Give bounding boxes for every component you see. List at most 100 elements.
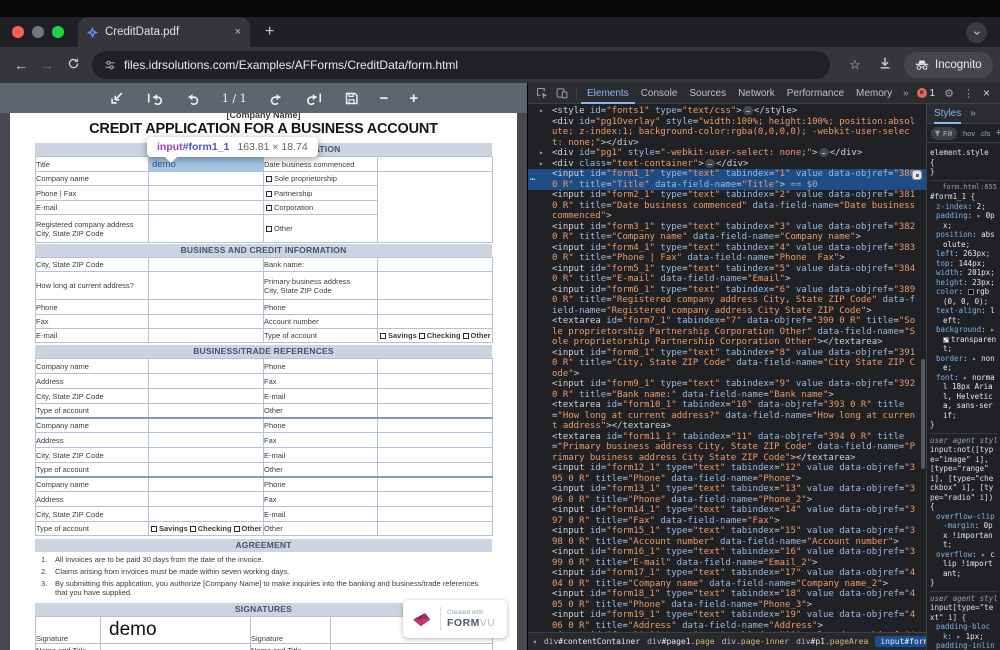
devtools-tab-elements[interactable]: Elements — [581, 83, 635, 104]
style-rule[interactable]: user agent stylesheetinput:not([type="im… — [930, 434, 997, 592]
dom-node[interactable]: <input id="form2_1" type="text" tabindex… — [528, 190, 926, 222]
error-badge[interactable]: ×1 — [917, 88, 936, 99]
last-page-button[interactable] — [306, 91, 323, 106]
form-input[interactable] — [149, 215, 264, 243]
dom-node[interactable]: ▸<div id="pg1" style="-webkit-user-selec… — [528, 148, 926, 159]
css-property[interactable]: padding-inline: ▸ 2px; — [930, 641, 997, 650]
dom-node[interactable]: <input id="form13_1" type="text" tabinde… — [528, 484, 926, 505]
inline-ellipsis-button[interactable]: … — [705, 159, 715, 168]
undo-button[interactable] — [184, 91, 201, 106]
css-property[interactable]: padding-block: ▸ 1px; — [930, 622, 997, 641]
expand-arrow-icon[interactable]: ▸ — [539, 148, 544, 159]
browser-tab[interactable]: CreditData.pdf × — [78, 17, 250, 47]
form-input[interactable] — [149, 463, 264, 477]
devtools-tab-performance[interactable]: Performance — [781, 83, 850, 104]
close-window-button[interactable] — [12, 26, 24, 38]
form-input[interactable] — [149, 300, 264, 315]
form-input[interactable] — [378, 492, 493, 507]
checkbox[interactable] — [266, 191, 272, 197]
dom-node[interactable]: ▸<div class="text-container">…</div> — [528, 159, 926, 170]
dom-node[interactable]: <input id="form18_1" type="text" tabinde… — [528, 589, 926, 610]
form-input[interactable] — [378, 157, 493, 172]
form-input[interactable] — [149, 389, 264, 404]
form-input[interactable] — [378, 258, 493, 272]
form-input[interactable] — [378, 315, 493, 329]
form-input[interactable] — [149, 404, 264, 418]
url-text[interactable]: files.idrsolutions.com/Examples/AFForms/… — [124, 58, 458, 72]
reload-button[interactable] — [60, 57, 86, 73]
css-property[interactable]: border: ▸ none; — [930, 354, 997, 373]
breadcrumb-form1_1[interactable]: input#form1_1 — [875, 636, 926, 647]
tab-search-button[interactable] — [966, 22, 987, 43]
checkbox[interactable] — [380, 333, 386, 339]
breadcrumb-p1[interactable]: div#p1.pageArea — [796, 637, 868, 646]
node-menu-icon[interactable]: ⋯ — [530, 174, 536, 185]
css-property[interactable]: width: 201px; — [930, 268, 997, 278]
css-property[interactable]: padding: ▸ 0px; — [930, 211, 997, 230]
form-input[interactable] — [149, 329, 264, 343]
css-property[interactable]: z-index: 2; — [930, 202, 997, 212]
css-property[interactable]: text-align: left; — [930, 306, 997, 325]
breadcrumb-contentContainer[interactable]: div#contentContainer — [544, 637, 640, 646]
form-input[interactable] — [378, 404, 493, 418]
redo-button[interactable] — [268, 91, 285, 106]
css-property[interactable]: overflow-clip-margin: 0px !important; — [930, 512, 997, 550]
expand-arrow-icon[interactable]: ▸ — [539, 106, 544, 117]
color-swatch-icon[interactable] — [943, 337, 949, 343]
form-input[interactable] — [149, 374, 264, 389]
more-tabs-button[interactable]: » — [898, 88, 914, 99]
form-input[interactable] — [378, 172, 493, 243]
style-rule[interactable]: form.html:655#form1_1 {z-index: 2;paddin… — [930, 181, 997, 434]
devtools-tab-console[interactable]: Console — [635, 83, 684, 104]
form-input[interactable] — [378, 463, 493, 477]
dom-node[interactable]: <input id="form3_1" type="text" tabindex… — [528, 222, 926, 243]
downloads-icon[interactable] — [878, 56, 892, 75]
dom-node[interactable]: <input id="form20_1" type="text" tabinde… — [528, 631, 926, 632]
color-swatch-icon[interactable] — [968, 289, 974, 295]
dom-node[interactable]: <div id="pg1Overlay" style="width:100%; … — [528, 117, 926, 149]
expand-arrow-icon[interactable]: ▸ — [539, 159, 544, 170]
minimize-window-button[interactable] — [32, 26, 44, 38]
devtools-tab-network[interactable]: Network — [732, 83, 781, 104]
tab-styles[interactable]: Styles — [934, 104, 961, 124]
toggle-classes[interactable]: .cls — [979, 129, 990, 138]
styles-filter-input[interactable]: Filter — [931, 127, 957, 140]
breadcrumb-page-inner[interactable]: div.page-inner — [722, 637, 789, 646]
url-bar[interactable]: files.idrsolutions.com/Examples/AFForms/… — [92, 51, 830, 79]
form-input[interactable] — [378, 507, 493, 522]
tab-close-icon[interactable]: × — [235, 27, 241, 38]
element-style-rule[interactable]: element.style{} — [930, 146, 997, 181]
style-rule[interactable]: user agent stylesheetinput[type="text" i… — [930, 592, 997, 650]
form-input[interactable]: demo — [101, 617, 251, 644]
checkbox[interactable] — [419, 333, 425, 339]
dom-node[interactable]: <input id="form12_1" type="text" tabinde… — [528, 463, 926, 484]
checkbox[interactable] — [234, 526, 240, 532]
dom-node[interactable]: <input id="form8_1" type="text" tabindex… — [528, 348, 926, 380]
devtools-tab-memory[interactable]: Memory — [850, 83, 898, 104]
form-input[interactable] — [378, 522, 493, 536]
dom-node[interactable]: <input id="form4_1" type="text" tabindex… — [528, 243, 926, 264]
devtools-tab-sources[interactable]: Sources — [683, 83, 732, 104]
incognito-badge[interactable]: Incognito — [904, 52, 993, 78]
dom-node[interactable]: <textarea id="form10_1" tabindex="10" da… — [528, 400, 926, 432]
checkbox[interactable] — [463, 333, 469, 339]
new-tab-button[interactable]: + — [265, 24, 274, 40]
toggle-hover-state[interactable]: :hov — [961, 129, 975, 138]
form-input[interactable] — [149, 272, 264, 300]
new-style-rule-button[interactable]: + — [995, 127, 1000, 139]
dom-node[interactable]: <input id="form9_1" type="text" tabindex… — [528, 379, 926, 400]
zoom-out-button[interactable]: − — [380, 90, 389, 107]
form-input[interactable] — [149, 172, 264, 186]
css-property[interactable]: overflow: ▸ clip !important; — [930, 550, 997, 579]
form-input[interactable] — [378, 300, 493, 315]
zoom-window-button[interactable] — [52, 26, 64, 38]
form-input[interactable] — [378, 418, 493, 433]
zoom-in-button[interactable]: + — [409, 90, 418, 107]
dom-node[interactable]: <input id="form6_1" type="text" tabindex… — [528, 285, 926, 317]
device-toolbar-icon[interactable] — [552, 87, 572, 99]
formvu-badge[interactable]: Created with FORMVU — [403, 600, 507, 638]
checkbox[interactable] — [266, 176, 272, 182]
form-input[interactable] — [331, 644, 493, 650]
css-property[interactable]: font: ▸ normal 18px Arial, Helvetica, sa… — [930, 373, 997, 421]
breadcrumb-page1[interactable]: div#page1.page — [647, 637, 714, 646]
